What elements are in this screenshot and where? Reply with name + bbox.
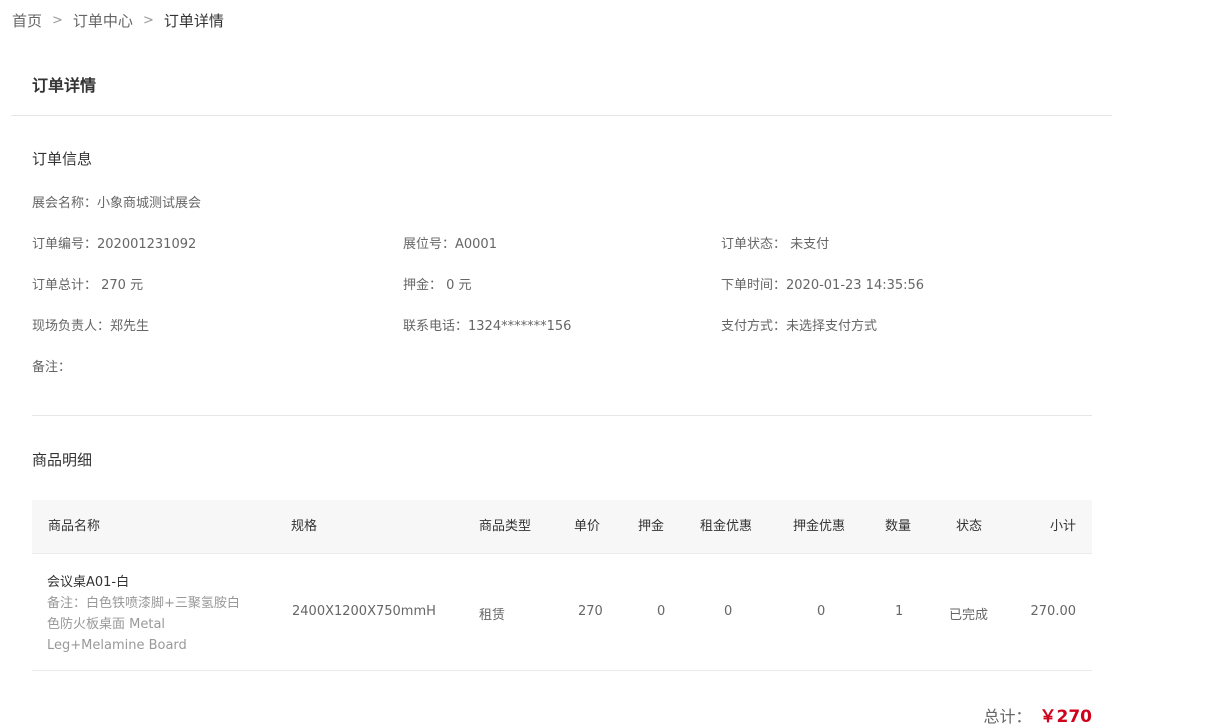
product-name: 会议桌A01-白 — [47, 575, 130, 590]
product-quantity: 1 — [895, 604, 904, 619]
order-status: 订单状态： 未支付 — [721, 237, 830, 252]
booth-number: 展位号：A0001 — [403, 237, 497, 252]
order-info-title: 订单信息 — [32, 150, 93, 168]
breadcrumb-current: 订单详情 — [163, 11, 224, 30]
product-unit-price: 270 — [578, 604, 603, 619]
col-product-type: 商品类型 — [479, 519, 532, 534]
product-rent-discount: 0 — [724, 604, 733, 619]
table-row: 会议桌A01-白 备注：白色铁喷漆脚+三聚氢胺白色防火板桌面 Metal Leg… — [32, 554, 1092, 671]
product-subtotal: 270.00 — [1030, 604, 1077, 619]
product-status: 已完成 — [949, 608, 989, 623]
order-time: 下单时间：2020-01-23 14:35:56 — [721, 278, 925, 293]
col-subtotal: 小计 — [1049, 519, 1076, 534]
col-unit-price: 单价 — [574, 519, 601, 534]
breadcrumb-separator: > — [52, 12, 63, 28]
col-status: 状态 — [956, 519, 983, 534]
order-remark: 备注： — [32, 360, 72, 375]
product-detail-title: 商品明细 — [32, 451, 93, 469]
col-rent-discount: 租金优惠 — [700, 519, 753, 534]
breadcrumb-separator: > — [142, 12, 154, 28]
order-total-summary: 总计： ￥270 — [983, 702, 1092, 726]
deposit: 押金： 0 元 — [403, 278, 472, 293]
contact-phone: 联系电话：1324*******156 — [403, 319, 572, 334]
product-deposit-discount: 0 — [817, 604, 826, 619]
product-spec: 2400X1200X750mmH — [292, 604, 436, 619]
col-product-name: 商品名称 — [48, 519, 101, 534]
col-deposit-discount: 押金优惠 — [793, 519, 846, 534]
product-note: 备注：白色铁喷漆脚+三聚氢胺白色防火板桌面 Metal Leg+Melamine… — [47, 596, 240, 653]
col-spec: 规格 — [291, 519, 318, 534]
expo-name: 展会名称：小象商城测试展会 — [32, 196, 202, 211]
order-total: 订单总计： 270 元 — [32, 278, 144, 293]
order-number: 订单编号：202001231092 — [32, 237, 197, 252]
section-divider — [32, 415, 1092, 416]
total-label: 总计： — [983, 707, 1032, 726]
site-manager: 现场负责人：郑先生 — [32, 319, 150, 334]
payment-method: 支付方式：未选择支付方式 — [721, 319, 878, 334]
total-amount: ￥270 — [1039, 707, 1093, 726]
product-table-header: 商品名称 规格 商品类型 单价 押金 租金优惠 押金优惠 数量 状态 小计 — [32, 500, 1092, 554]
product-type: 租赁 — [479, 608, 506, 623]
breadcrumb: 首页 > 订单中心 > 订单详情 — [12, 8, 224, 32]
breadcrumb-order-center-link[interactable]: 订单中心 — [73, 10, 133, 31]
col-quantity: 数量 — [885, 519, 912, 534]
breadcrumb-home-link[interactable]: 首页 — [12, 10, 42, 31]
col-deposit: 押金 — [638, 519, 665, 534]
product-deposit: 0 — [657, 604, 666, 619]
title-divider — [11, 115, 1112, 116]
page-title: 订单详情 — [32, 76, 97, 95]
